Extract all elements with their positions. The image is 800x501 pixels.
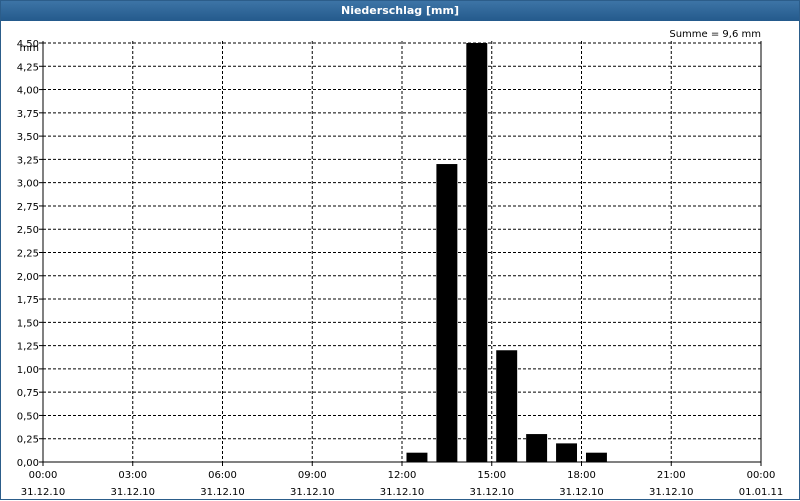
y-tick-label: 0,50 bbox=[17, 411, 39, 422]
x-tick-time-label: 00:00 bbox=[29, 470, 58, 481]
bar-16:00 bbox=[526, 434, 548, 462]
y-tick-label: 3,25 bbox=[17, 155, 39, 166]
bar-15:00 bbox=[496, 350, 518, 462]
y-tick-label: 0,25 bbox=[17, 435, 39, 446]
bar-13:00 bbox=[436, 164, 458, 463]
x-tick-date-label: 31.12.10 bbox=[200, 487, 245, 498]
x-tick-time-label: 09:00 bbox=[298, 470, 327, 481]
x-tick-date-label: 31.12.10 bbox=[559, 487, 604, 498]
x-tick-time-label: 21:00 bbox=[657, 470, 686, 481]
precipitation-chart: 0,00 0,25 0,50 0,75 1,00 1,25 1,50 1,75 2,00 2,25… bbox=[17, 29, 784, 498]
y-tick-label: 2,75 bbox=[17, 202, 39, 213]
chart-window: Niederschlag [mm] 0,00 0,25 0,50 0,75 1,00 1,… bbox=[0, 0, 800, 500]
x-tick-time-label: 03:00 bbox=[118, 470, 147, 481]
y-tick-label: 3,50 bbox=[17, 132, 39, 143]
y-axis-unit-label: mm bbox=[20, 43, 39, 54]
x-tick-date-label: 01.01.11 bbox=[739, 487, 784, 498]
x-tick-time-label: 12:00 bbox=[388, 470, 417, 481]
y-tick-label: 1,00 bbox=[17, 365, 39, 376]
bar-14:00 bbox=[466, 43, 488, 462]
y-tick-label: 0,75 bbox=[17, 388, 39, 399]
y-tick-label: 3,75 bbox=[17, 109, 39, 120]
x-tick-date-label: 31.12.10 bbox=[469, 487, 514, 498]
y-tick-label: 1,50 bbox=[17, 318, 39, 329]
bar-18:00 bbox=[585, 452, 607, 462]
x-tick-time-label: 06:00 bbox=[208, 470, 237, 481]
x-tick-date-label: 31.12.10 bbox=[649, 487, 694, 498]
x-tick-time-label: 00:00 bbox=[747, 470, 776, 481]
x-tick-date-label: 31.12.10 bbox=[290, 487, 335, 498]
y-tick-label: 4,25 bbox=[17, 62, 39, 73]
y-tick-label: 1,25 bbox=[17, 342, 39, 353]
y-tick-label: 4,00 bbox=[17, 86, 39, 97]
x-tick-date-label: 31.12.10 bbox=[21, 487, 66, 498]
y-tick-label: 3,00 bbox=[17, 179, 39, 190]
bar-17:00 bbox=[556, 443, 578, 462]
y-tick-label: 2,50 bbox=[17, 225, 39, 236]
x-tick-date-label: 31.12.10 bbox=[110, 487, 155, 498]
x-tick-time-label: 15:00 bbox=[477, 470, 506, 481]
bar-12:00 bbox=[406, 452, 428, 462]
sum-annotation: Summe = 9,6 mm bbox=[669, 29, 761, 40]
x-tick-time-label: 18:00 bbox=[567, 470, 596, 481]
y-tick-label: 0,00 bbox=[17, 458, 39, 469]
y-tick-label: 2,25 bbox=[17, 249, 39, 260]
y-tick-label: 1,75 bbox=[17, 295, 39, 306]
y-tick-label: 2,00 bbox=[17, 272, 39, 283]
x-tick-date-label: 31.12.10 bbox=[380, 487, 425, 498]
